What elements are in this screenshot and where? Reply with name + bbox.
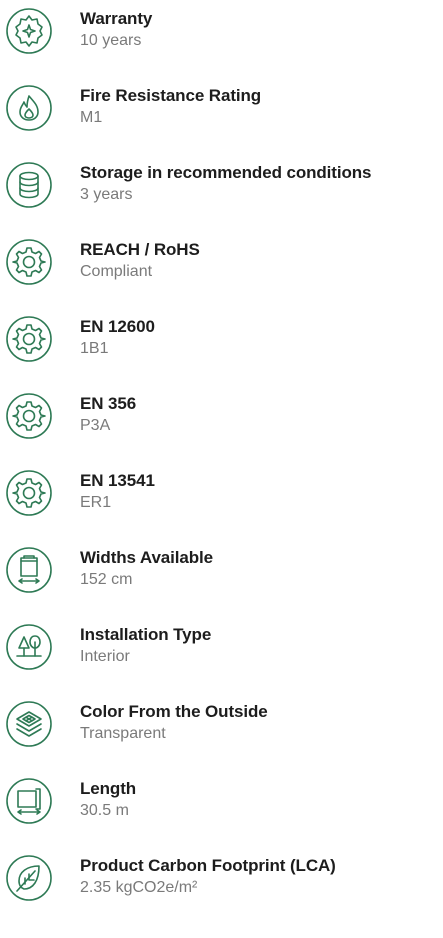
spec-item-en-12600: EN 12600 1B1: [0, 308, 443, 368]
spec-label: Warranty: [80, 9, 153, 28]
spec-label: EN 356: [80, 394, 137, 413]
spec-label: Widths Available: [80, 548, 214, 567]
leaf-icon: [5, 854, 53, 902]
spec-value: P3A: [80, 417, 111, 434]
spec-item-storage: Storage in recommended conditions 3 year…: [0, 154, 443, 214]
flame-icon: [5, 84, 53, 132]
spec-value: Transparent: [80, 725, 166, 742]
spec-value: M1: [80, 109, 103, 126]
spec-value: 30.5 m: [80, 802, 129, 819]
spec-item-widths-available: Widths Available 152 cm: [0, 539, 443, 599]
database-icon: [5, 161, 53, 209]
spec-value: 2.35 kgCO2e/m²: [80, 879, 198, 896]
spec-value: Interior: [80, 648, 130, 665]
spec-label: REACH / RoHS: [80, 240, 200, 259]
gear-icon: [5, 469, 53, 517]
spec-label: Installation Type: [80, 625, 212, 644]
roll-length-icon: [5, 777, 53, 825]
spec-label: Storage in recommended conditions: [80, 163, 372, 182]
spec-item-fire-resistance: Fire Resistance Rating M1: [0, 77, 443, 137]
spec-item-warranty: Warranty 10 years: [0, 0, 443, 60]
spec-label: Product Carbon Footprint (LCA): [80, 856, 336, 875]
spec-value: 3 years: [80, 186, 133, 203]
spec-item-en-13541: EN 13541 ER1: [0, 462, 443, 522]
spec-value: ER1: [80, 494, 112, 511]
spec-item-color-outside: Color From the Outside Transparent: [0, 693, 443, 753]
spec-item-en-356: EN 356 P3A: [0, 385, 443, 445]
gear-icon: [5, 238, 53, 286]
spec-label: EN 13541: [80, 471, 155, 490]
spec-label: Color From the Outside: [80, 702, 268, 721]
roll-width-icon: [5, 546, 53, 594]
spec-item-installation-type: Installation Type Interior: [0, 616, 443, 676]
warranty-badge-icon: [5, 7, 53, 55]
spec-value: 1B1: [80, 340, 109, 357]
spec-label: EN 12600: [80, 317, 155, 336]
spec-value: 10 years: [80, 32, 142, 49]
spec-item-reach-rohs: REACH / RoHS Compliant: [0, 231, 443, 291]
gear-icon: [5, 315, 53, 363]
spec-label: Length: [80, 779, 137, 798]
spec-item-carbon-footprint: Product Carbon Footprint (LCA) 2.35 kgCO…: [0, 847, 443, 907]
spec-list: Warranty 10 years Fire Resistance Rating…: [0, 0, 443, 938]
spec-value: 152 cm: [80, 571, 133, 588]
spec-value: Compliant: [80, 263, 153, 280]
interior-tree-icon: [5, 623, 53, 671]
spec-item-length: Length 30.5 m: [0, 770, 443, 830]
spec-label: Fire Resistance Rating: [80, 86, 262, 105]
layers-icon: [5, 700, 53, 748]
gear-icon: [5, 392, 53, 440]
